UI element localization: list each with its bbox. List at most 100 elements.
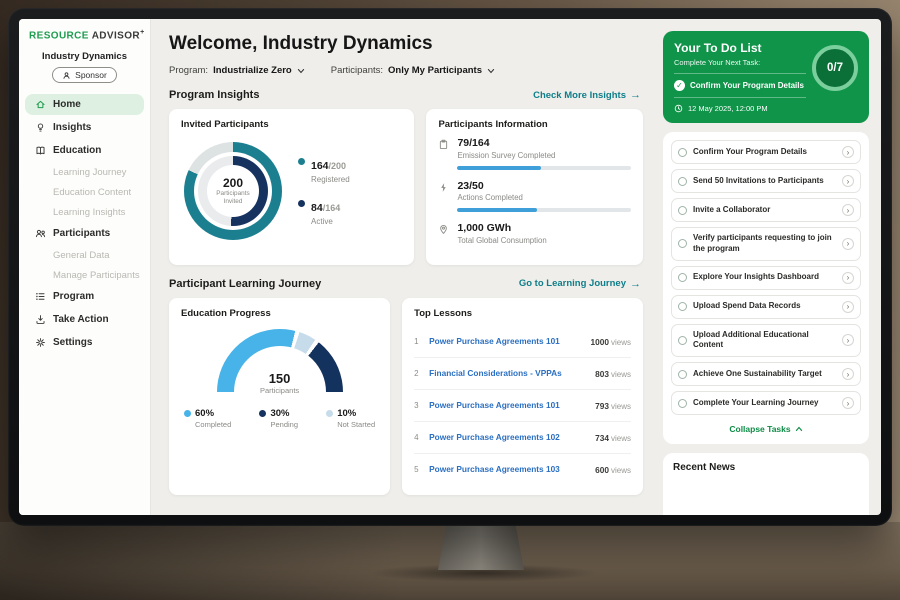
download-icon — [35, 314, 46, 325]
task-item[interactable]: Upload Additional Educational Content › — [671, 324, 861, 358]
participants-filter-dropdown[interactable]: Participants: Only My Participants — [331, 65, 495, 76]
program-filter-label: Program: — [169, 65, 208, 76]
chevron-right-icon[interactable]: › — [842, 146, 854, 158]
sidebar-item-home[interactable]: Home — [25, 94, 144, 115]
legend-label: Completed — [195, 420, 231, 429]
due-date-row: 12 May 2025, 12:00 PM — [674, 97, 806, 113]
task-label: Complete Your Learning Journey — [693, 398, 836, 409]
legend-value: 60% — [195, 408, 231, 419]
task-label: Upload Spend Data Records — [693, 301, 836, 312]
participants-information-card: Participants Information 79/164 Emission… — [426, 109, 643, 265]
lesson-link[interactable]: Financial Considerations - VPPAs — [429, 368, 588, 378]
task-checkbox[interactable] — [678, 148, 687, 157]
collapse-tasks-link[interactable]: Collapse Tasks — [671, 420, 861, 436]
lesson-link[interactable]: Power Purchase Agreements 101 — [429, 400, 588, 410]
task-item[interactable]: Confirm Your Program Details › — [671, 140, 861, 164]
lesson-rank: 5 — [414, 465, 422, 474]
stat-actions-completed: 23/50 Actions Completed — [438, 180, 631, 213]
app-logo: RESOURCE ADVISOR+ — [19, 29, 150, 41]
task-label: Send 50 Invitations to Participants — [693, 176, 836, 187]
lesson-row: 4 Power Purchase Agreements 102 734views — [414, 422, 631, 454]
legend-item-not-started: 10% Not Started — [326, 408, 375, 429]
task-item[interactable]: Verify participants requesting to join t… — [671, 227, 861, 261]
program-filter-dropdown[interactable]: Program: Industrialize Zero — [169, 65, 305, 76]
stat-label: Emission Survey Completed — [457, 151, 631, 160]
lesson-link[interactable]: Power Purchase Agreements 103 — [429, 464, 588, 474]
task-checkbox[interactable] — [678, 273, 687, 282]
recent-news-card: Recent News — [663, 453, 869, 515]
bolt-icon — [438, 180, 449, 213]
sidebar-item-program[interactable]: Program — [25, 286, 144, 307]
org-name: Industry Dynamics — [19, 51, 150, 62]
sidebar-item-general-data[interactable]: General Data — [19, 245, 150, 265]
section-title: Program Insights — [169, 89, 259, 101]
section-title: Participant Learning Journey — [169, 278, 321, 290]
donut-center-value: 200 — [223, 176, 243, 190]
recent-news-title: Recent News — [673, 462, 859, 473]
legend-dot-navy — [298, 200, 305, 207]
task-label: Invite a Collaborator — [693, 205, 836, 216]
task-item[interactable]: Upload Spend Data Records › — [671, 295, 861, 319]
chevron-right-icon[interactable]: › — [842, 368, 854, 380]
legend-value: 10% — [337, 408, 375, 419]
task-item[interactable]: Explore Your Insights Dashboard › — [671, 266, 861, 290]
sidebar-item-education[interactable]: Education — [25, 140, 144, 161]
task-checkbox[interactable] — [678, 206, 687, 215]
chevron-right-icon[interactable]: › — [842, 301, 854, 313]
task-item[interactable]: Invite a Collaborator › — [671, 198, 861, 222]
next-task-chip[interactable]: ✓ Confirm Your Program Details — [674, 73, 806, 91]
monitor-bezel: RESOURCE ADVISOR+ Industry Dynamics Spon… — [8, 8, 892, 526]
sidebar-nav: Home Insights Education Learning Journey… — [19, 93, 150, 354]
sidebar-item-manage-participants[interactable]: Manage Participants — [19, 265, 150, 285]
card-title: Top Lessons — [414, 308, 631, 319]
invited-card-body: 200 Participants Invited 164/200 Registe… — [181, 137, 402, 243]
chevron-right-icon[interactable]: › — [842, 397, 854, 409]
task-checkbox[interactable] — [678, 370, 687, 379]
stat-global-consumption: 1,000 GWh Total Global Consumption — [438, 222, 631, 245]
lesson-row: 5 Power Purchase Agreements 103 600views — [414, 454, 631, 485]
card-title: Education Progress — [181, 308, 378, 319]
check-more-insights-link[interactable]: Check More Insights → — [533, 89, 641, 101]
sidebar-item-settings[interactable]: Settings — [25, 332, 144, 353]
sidebar-item-participants[interactable]: Participants — [25, 223, 144, 244]
legend-value: 84 — [311, 202, 323, 214]
location-pin-icon — [438, 222, 449, 245]
task-checkbox[interactable] — [678, 239, 687, 248]
chevron-right-icon[interactable]: › — [842, 334, 854, 346]
lesson-rank: 2 — [414, 369, 422, 378]
chevron-right-icon[interactable]: › — [842, 238, 854, 250]
task-checkbox[interactable] — [678, 399, 687, 408]
legend-item-completed: 60% Completed — [184, 408, 231, 429]
chevron-right-icon[interactable]: › — [842, 272, 854, 284]
sidebar-item-label: Participants — [53, 228, 110, 239]
task-item[interactable]: Achieve One Sustainability Target › — [671, 362, 861, 386]
sidebar-item-insights[interactable]: Insights — [25, 117, 144, 138]
sidebar-item-learning-insights[interactable]: Learning Insights — [19, 202, 150, 222]
sidebar-item-education-content[interactable]: Education Content — [19, 182, 150, 202]
sidebar-item-take-action[interactable]: Take Action — [25, 309, 144, 330]
task-checkbox[interactable] — [678, 302, 687, 311]
participants-filter-value: Only My Participants — [388, 65, 482, 76]
progress-bar-fill — [457, 208, 537, 212]
task-item[interactable]: Send 50 Invitations to Participants › — [671, 169, 861, 193]
legend-item-active: 84/164 Active — [298, 198, 350, 226]
lesson-views-suffix: views — [611, 402, 631, 411]
chevron-right-icon[interactable]: › — [842, 204, 854, 216]
chevron-up-icon — [795, 426, 803, 432]
people-icon — [35, 228, 46, 239]
stat-emission-survey: 79/164 Emission Survey Completed — [438, 137, 631, 170]
task-checkbox[interactable] — [678, 177, 687, 186]
task-label: Achieve One Sustainability Target — [693, 369, 836, 380]
todo-summary-card: Your To Do List Complete Your Next Task:… — [663, 31, 869, 123]
todo-progress-value: 0/7 — [827, 62, 843, 74]
lesson-link[interactable]: Power Purchase Agreements 101 — [429, 336, 583, 346]
lesson-link[interactable]: Power Purchase Agreements 102 — [429, 432, 588, 442]
go-to-learning-journey-link[interactable]: Go to Learning Journey → — [519, 278, 641, 290]
sidebar-item-learning-journey[interactable]: Learning Journey — [19, 162, 150, 182]
task-checkbox[interactable] — [678, 336, 687, 345]
sponsor-badge[interactable]: Sponsor — [52, 67, 117, 83]
legend-dot-teal — [298, 158, 305, 165]
due-date-label: 12 May 2025, 12:00 PM — [688, 104, 768, 113]
chevron-right-icon[interactable]: › — [842, 175, 854, 187]
task-item[interactable]: Complete Your Learning Journey › — [671, 391, 861, 415]
